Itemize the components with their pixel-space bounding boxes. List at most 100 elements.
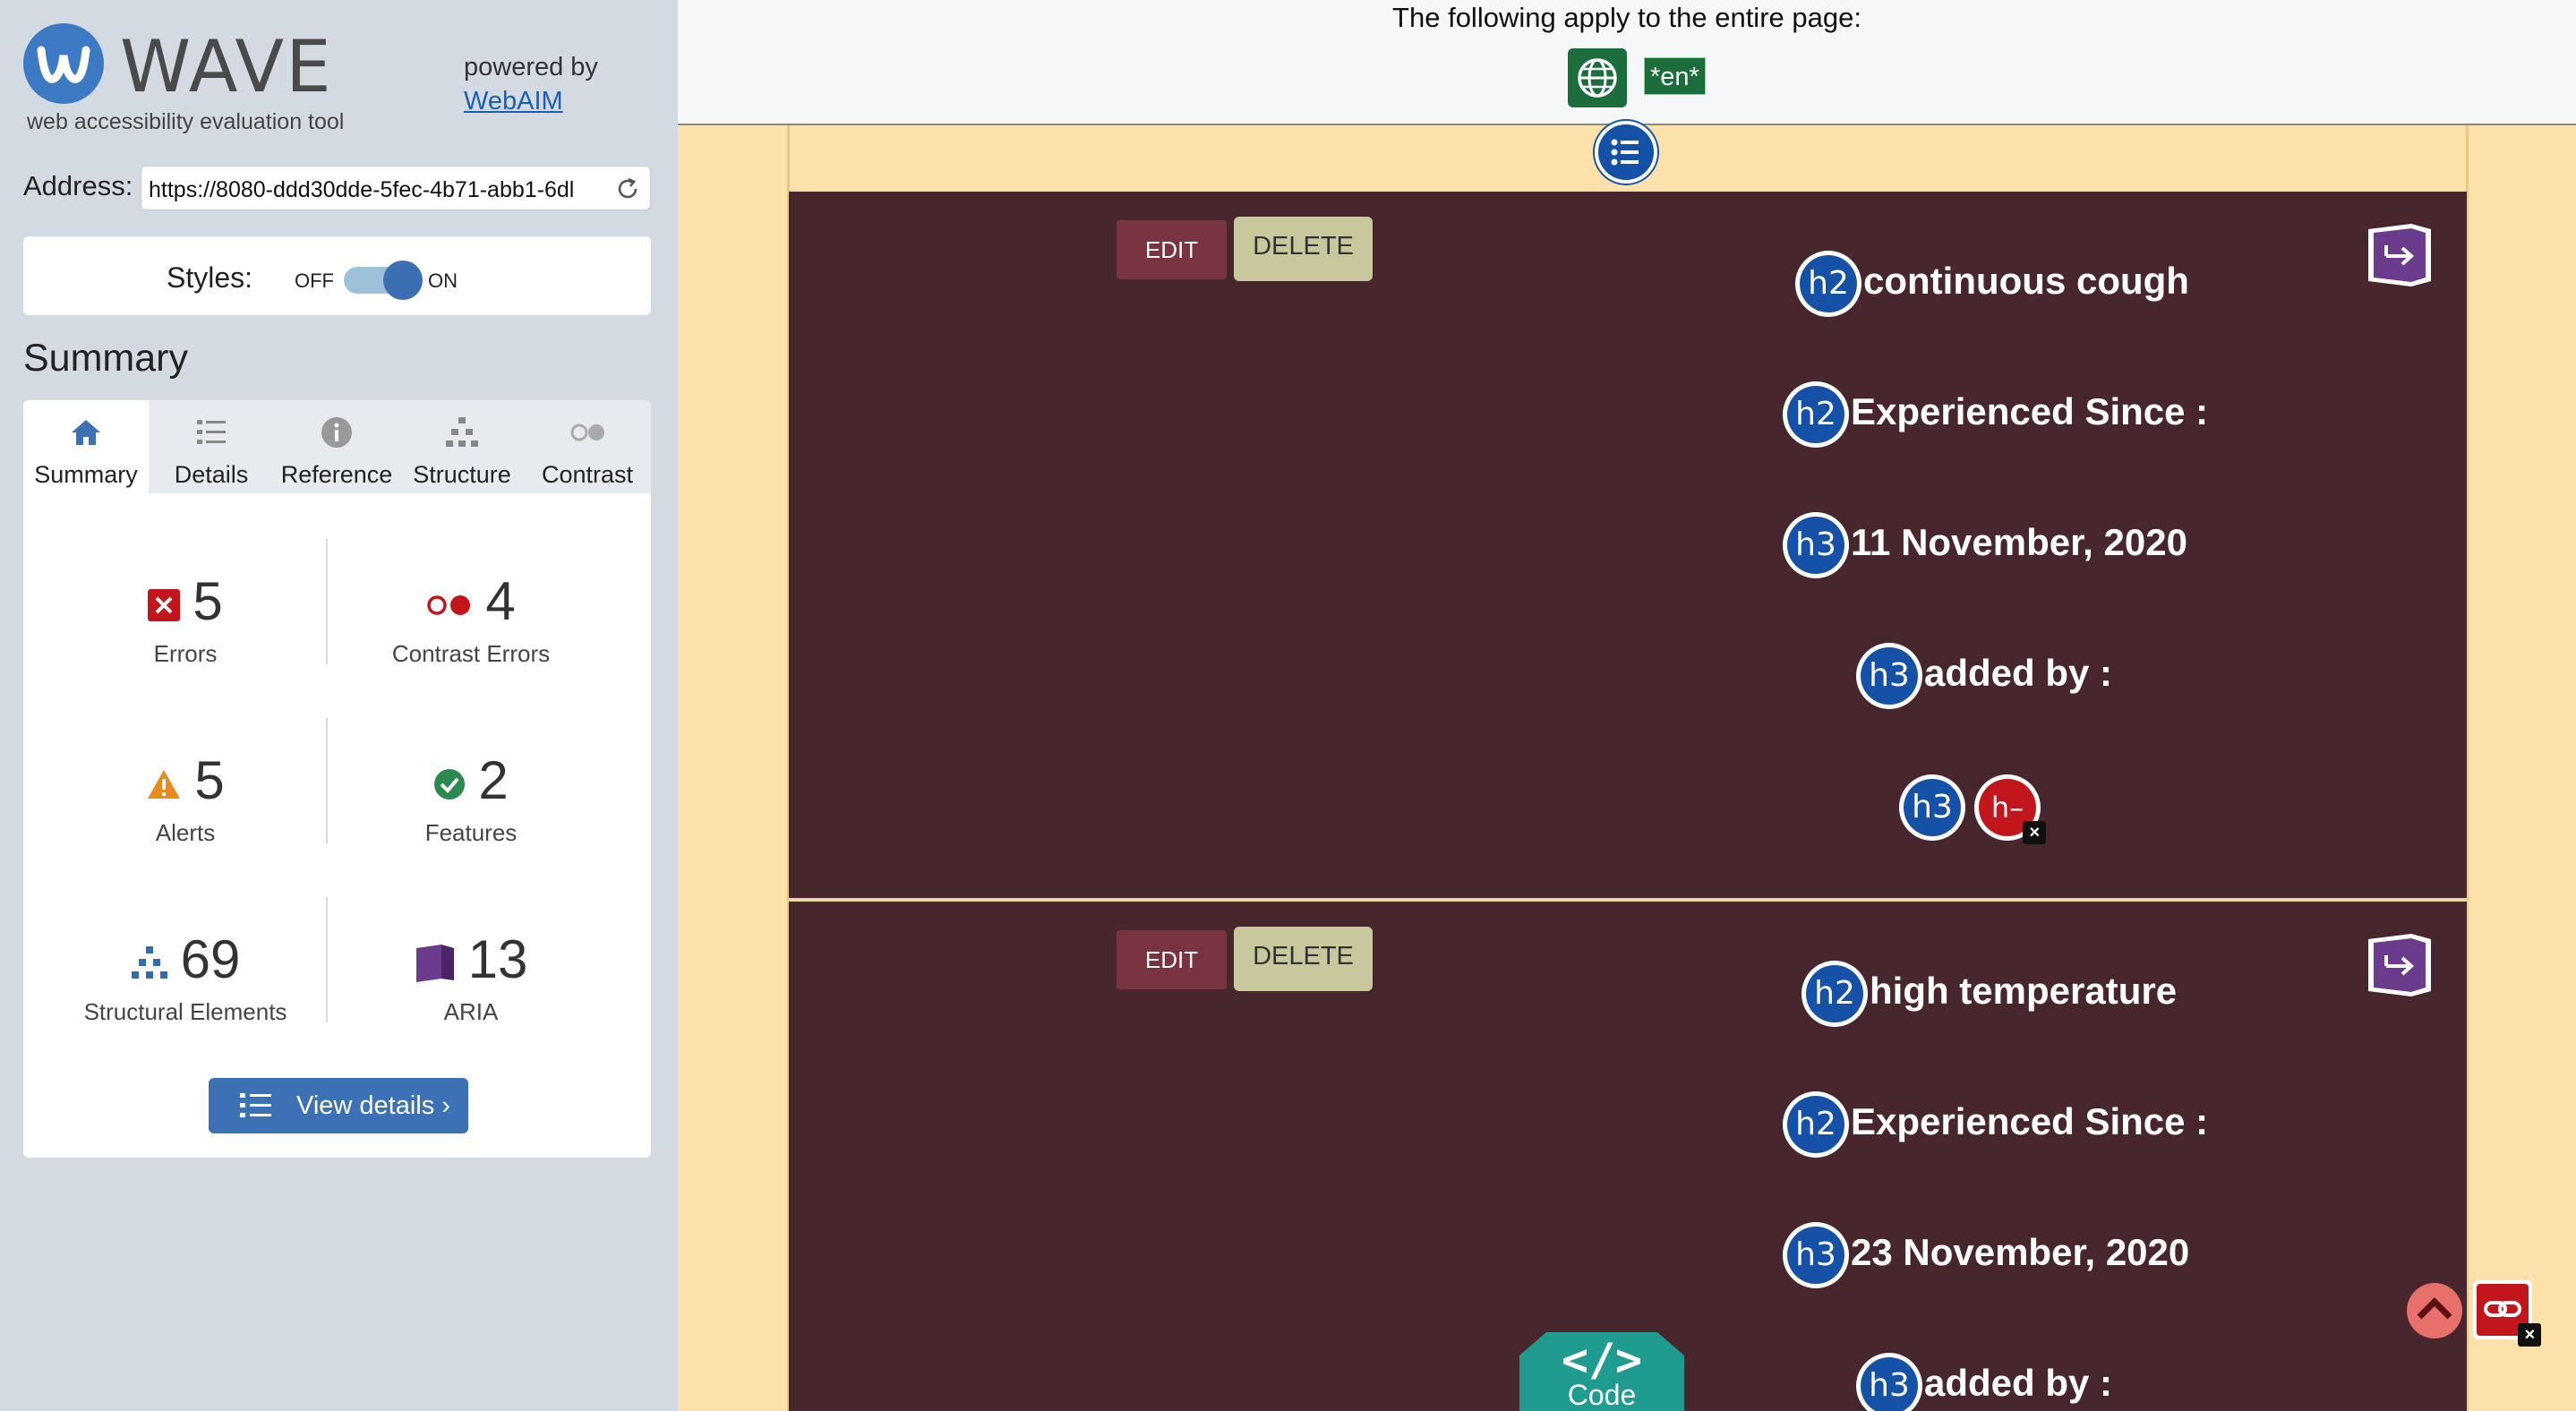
heading-row: h3 added by : <box>1856 1347 2112 1411</box>
heading-row: h3 11 November, 2020 <box>1783 507 2187 578</box>
heading-text: high temperature <box>1870 970 2178 1012</box>
summary-heading: Summary <box>23 337 188 380</box>
language-globe-icon[interactable] <box>1568 48 1627 107</box>
h3-badge-icon[interactable]: h3 <box>1783 1221 1849 1288</box>
contrast-icon <box>570 423 604 441</box>
tab-summary[interactable]: Summary <box>23 400 149 493</box>
wave-title: WAVE <box>120 25 333 108</box>
stat-aria[interactable]: 13 ARIA <box>337 928 605 1026</box>
powered-by-text: powered by <box>464 53 598 81</box>
edit-button[interactable]: EDIT <box>1117 930 1227 989</box>
stat-features[interactable]: 2 Features <box>337 749 605 847</box>
errors-label: Errors <box>153 640 218 667</box>
toggle-knob[interactable] <box>383 261 423 300</box>
code-label: Code <box>1567 1379 1637 1411</box>
tab-contrast[interactable]: Contrast <box>525 400 650 493</box>
tab-label: Reference <box>280 461 393 488</box>
heading-text: added by : <box>1924 1362 2113 1404</box>
wave-tagline: web accessibility evaluation tool <box>27 109 345 134</box>
error-icon <box>148 589 181 622</box>
broken-link-error-icon[interactable]: × <box>2473 1280 2541 1347</box>
heading-row: h3 23 November, 2020 <box>1783 1217 2189 1288</box>
close-icon: × <box>2023 820 2046 844</box>
tab-label: Contrast <box>541 461 634 488</box>
divider <box>326 539 328 664</box>
h2-badge-icon[interactable]: h2 <box>1783 381 1849 448</box>
list-icon <box>240 1093 271 1117</box>
h2-badge-icon[interactable]: h2 <box>1801 960 1868 1027</box>
feature-check-icon <box>434 769 466 800</box>
styles-on-label: ON <box>428 269 458 292</box>
contrast-errors-count: 4 <box>485 571 516 631</box>
wave-logo-icon <box>23 23 104 104</box>
aria-icon <box>415 945 454 983</box>
h2-badge-icon[interactable]: h2 <box>1783 1090 1849 1158</box>
powered-by: powered by WebAIM <box>464 50 598 118</box>
symptom-card: EDIT DELETE h2 continuous cough h2 Experie… <box>789 192 2467 898</box>
heading-text: 23 November, 2020 <box>1851 1231 2190 1273</box>
empty-heading-error-icon[interactable]: h– × <box>1974 774 2046 844</box>
h2-badge-icon[interactable]: h2 <box>1795 250 1861 317</box>
heading-row: h2 high temperature <box>1801 955 2177 1027</box>
heading-row: h2 Experienced Since : <box>1783 1086 2208 1158</box>
delete-button[interactable]: DELETE <box>1234 927 1373 991</box>
stat-structural[interactable]: 69 Structural Elements <box>51 928 320 1026</box>
contrast-error-icon <box>427 595 471 616</box>
code-button[interactable]: </> Code <box>1519 1329 1684 1411</box>
heading-text: Experienced Since : <box>1851 1100 2209 1142</box>
aria-count: 13 <box>467 929 528 989</box>
tab-label: Summary <box>34 461 138 488</box>
tab-details[interactable]: Details <box>149 400 274 493</box>
stat-contrast-errors[interactable]: 4 Contrast Errors <box>337 570 605 668</box>
reload-icon[interactable] <box>614 175 641 202</box>
language-badge[interactable]: *en* <box>1644 57 1706 95</box>
heading-text: Experienced Since : <box>1851 390 2209 432</box>
h3-badge-icon[interactable]: h3 <box>1783 511 1849 578</box>
list-icon <box>197 420 226 444</box>
tab-label: Structure <box>413 461 511 488</box>
heading-text: continuous cough <box>1863 260 2189 302</box>
info-icon <box>321 417 352 448</box>
close-icon: × <box>2518 1323 2541 1347</box>
panel-tabs: Summary Details Reference Structure Cont… <box>23 400 651 493</box>
empty-heading-row: h3 h– × <box>1899 769 2046 844</box>
webaim-link[interactable]: WebAIM <box>464 84 598 118</box>
styles-toggle-box: Styles: OFF ON <box>23 236 651 315</box>
alerts-count: 5 <box>194 750 225 810</box>
edit-button[interactable]: EDIT <box>1117 220 1227 279</box>
h3-badge-icon[interactable]: h3 <box>1899 774 1965 841</box>
home-icon <box>72 420 100 445</box>
landmark-icon[interactable] <box>2365 930 2435 1000</box>
styles-toggle[interactable] <box>344 261 423 300</box>
h3-badge-icon[interactable]: h3 <box>1856 642 1922 709</box>
scroll-up-button[interactable] <box>2407 1283 2462 1338</box>
page-level-bar: The following apply to the entire page: … <box>678 0 2576 125</box>
heading-row: h2 Experienced Since : <box>1783 376 2208 448</box>
unordered-list-icon[interactable] <box>1595 121 1657 184</box>
contrast-errors-label: Contrast Errors <box>391 640 551 667</box>
wave-sidebar: WAVE web accessibility evaluation tool p… <box>0 0 678 1411</box>
alert-icon <box>148 770 181 800</box>
tab-reference[interactable]: Reference <box>274 400 399 493</box>
landmark-icon[interactable] <box>2365 220 2435 290</box>
stat-alerts[interactable]: 5 Alerts <box>51 749 320 847</box>
divider <box>326 897 328 1022</box>
address-value[interactable]: https://8080-ddd30dde-5fec-4b71-abb1-6dl <box>149 177 605 203</box>
summary-panel: Summary Details Reference Structure Cont… <box>23 400 651 1158</box>
h3-badge-icon[interactable]: h3 <box>1856 1352 1922 1411</box>
heading-text: added by : <box>1924 652 2113 694</box>
heading-row: h3 added by : <box>1856 637 2112 709</box>
address-field[interactable]: https://8080-ddd30dde-5fec-4b71-abb1-6dl <box>141 166 651 210</box>
features-count: 2 <box>478 750 509 810</box>
styles-label: Styles: <box>167 261 253 294</box>
tab-structure[interactable]: Structure <box>399 400 525 493</box>
hierarchy-icon <box>446 417 478 447</box>
styles-off-label: OFF <box>295 269 334 292</box>
view-details-button[interactable]: View details › <box>209 1078 468 1133</box>
stat-errors[interactable]: 5 Errors <box>51 570 320 668</box>
features-label: Features <box>424 819 518 846</box>
structural-count: 69 <box>180 929 241 989</box>
delete-button[interactable]: DELETE <box>1234 217 1373 281</box>
heading-row: h2 continuous cough <box>1795 245 2189 317</box>
alerts-label: Alerts <box>155 819 216 846</box>
